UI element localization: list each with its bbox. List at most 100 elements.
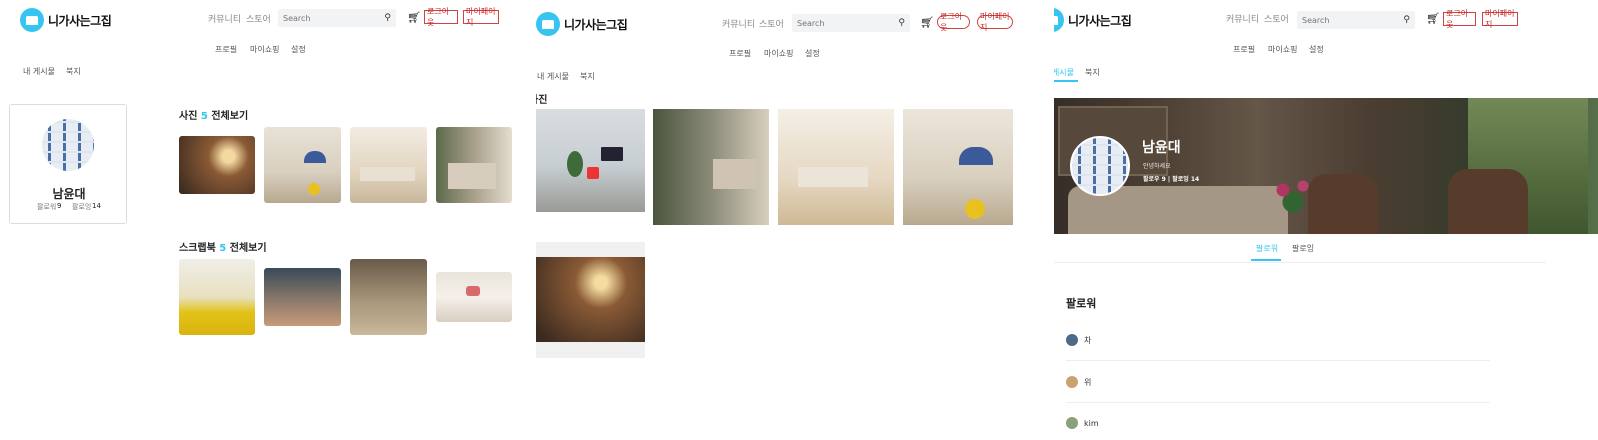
- photos-title: 사진: [536, 95, 548, 106]
- followers-label[interactable]: 팔로워: [37, 202, 56, 212]
- tab-my-posts[interactable]: 내 게시물: [537, 71, 569, 82]
- subnav-settings[interactable]: 설정: [1309, 44, 1324, 55]
- list-item[interactable]: 위: [1066, 376, 1091, 388]
- nav-store[interactable]: 스토어: [246, 12, 271, 25]
- profile-name: 남윤대: [52, 187, 86, 201]
- nav-community[interactable]: 커뮤니티: [722, 17, 755, 30]
- followers-count[interactable]: 9: [57, 202, 61, 210]
- subnav-settings[interactable]: 설정: [291, 44, 306, 55]
- tab-active-indicator: [1054, 80, 1078, 82]
- photos-section-title: 사진 5 전체보기: [179, 107, 248, 122]
- search-icon[interactable]: ⚲: [384, 13, 391, 23]
- brand-logo[interactable]: 니가사는그집: [1054, 8, 1132, 32]
- photos-count: 5: [200, 111, 208, 122]
- tab-bookmarks[interactable]: 북지: [1085, 67, 1100, 78]
- profile-bio: 안녕하세요: [1143, 163, 1171, 170]
- tab-bookmarks[interactable]: 북지: [580, 71, 595, 82]
- logout-button[interactable]: 로그아웃: [937, 12, 970, 32]
- subnav-profile[interactable]: 프로필: [215, 44, 237, 55]
- tab-my-posts[interactable]: 내 게시물: [1054, 67, 1074, 78]
- cart-icon[interactable]: 🛒︎: [1426, 12, 1440, 25]
- photo-thumb[interactable]: [350, 127, 427, 203]
- house-icon: [20, 8, 44, 32]
- photo-thumb[interactable]: [536, 242, 645, 358]
- search-icon[interactable]: ⚲: [1403, 15, 1410, 25]
- divider: [1066, 360, 1490, 361]
- brand-name: 니가사는그집: [1068, 13, 1132, 28]
- scrapbook-thumb[interactable]: [264, 268, 341, 326]
- brand-logo[interactable]: 니가사는그집: [536, 12, 628, 36]
- scrapbook-thumb[interactable]: [179, 259, 255, 335]
- tab-bookmarks[interactable]: 북지: [66, 66, 81, 77]
- scrapbook-thumb[interactable]: [436, 272, 512, 322]
- tab-followers[interactable]: 팔로워: [1256, 243, 1278, 254]
- search-icon[interactable]: ⚲: [898, 18, 905, 28]
- my-posts-panel: 니가사는그집 커뮤니티 스토어 ⚲ 🛒︎ 로그아웃 마이페이지 프로필 마이쇼핑…: [536, 0, 1046, 440]
- following-label[interactable]: 팔로잉: [72, 202, 91, 212]
- divider: [1054, 262, 1546, 263]
- list-item[interactable]: 차: [1066, 334, 1091, 346]
- search-input[interactable]: [797, 18, 884, 28]
- photos-view-all-link[interactable]: 전체보기: [211, 111, 248, 122]
- mypage-button[interactable]: 마이페이지: [977, 12, 1013, 32]
- brand-name: 니가사는그집: [564, 17, 628, 32]
- follow-tab-indicator: [1251, 259, 1281, 261]
- subnav-myshopping[interactable]: 마이쇼핑: [250, 44, 279, 55]
- user-avatar[interactable]: [1066, 334, 1078, 346]
- profile-name: 남윤대: [1142, 140, 1181, 156]
- user-name[interactable]: kim: [1084, 419, 1099, 428]
- brand-logo[interactable]: 니가사는그집: [20, 8, 112, 32]
- search-input[interactable]: [283, 13, 370, 23]
- profile-follow-stats[interactable]: 팔로우 9 | 팔로잉 14: [1143, 174, 1199, 183]
- followers-heading: 팔로워: [1066, 297, 1097, 310]
- search-input[interactable]: [1302, 15, 1389, 25]
- house-icon: [1054, 8, 1064, 32]
- search-bar[interactable]: ⚲: [1297, 11, 1415, 29]
- subnav-settings[interactable]: 설정: [805, 48, 820, 59]
- nav-store[interactable]: 스토어: [1264, 12, 1289, 25]
- scrapbook-title: 스크랩북: [179, 243, 216, 254]
- tab-following[interactable]: 팔로잉: [1292, 243, 1314, 254]
- nav-community[interactable]: 커뮤니티: [208, 12, 241, 25]
- avatar[interactable]: [42, 119, 94, 171]
- followers-panel: 니가사는그집 커뮤니티 스토어 ⚲ 🛒︎ 로그아웃 마이페이지 프로필 마이쇼핑…: [1054, 0, 1598, 440]
- user-avatar[interactable]: [1066, 417, 1078, 429]
- user-name[interactable]: 위: [1084, 377, 1091, 388]
- cart-icon[interactable]: 🛒︎: [407, 11, 421, 24]
- photo-thumb[interactable]: [179, 136, 255, 194]
- nav-store[interactable]: 스토어: [759, 17, 784, 30]
- photo-thumb[interactable]: [436, 127, 512, 203]
- divider: [1066, 402, 1490, 403]
- following-count[interactable]: 14: [92, 202, 101, 210]
- subnav-profile[interactable]: 프로필: [1233, 44, 1255, 55]
- mypage-button[interactable]: 마이페이지: [1482, 9, 1518, 29]
- subnav-myshopping[interactable]: 마이쇼핑: [1268, 44, 1297, 55]
- photos-title: 사진: [179, 111, 198, 122]
- user-name[interactable]: 차: [1084, 335, 1091, 346]
- search-bar[interactable]: ⚲: [278, 9, 396, 27]
- photo-thumb[interactable]: [264, 127, 341, 203]
- scrapbook-view-all-link[interactable]: 전체보기: [230, 243, 267, 254]
- subnav-profile[interactable]: 프로필: [729, 48, 751, 59]
- logout-button[interactable]: 로그아웃: [1443, 9, 1476, 29]
- avatar[interactable]: [1070, 136, 1130, 196]
- photo-thumb[interactable]: [903, 109, 1013, 225]
- search-bar[interactable]: ⚲: [792, 14, 910, 32]
- house-icon: [536, 12, 560, 36]
- scrapbook-count: 5: [219, 243, 227, 254]
- photo-thumb[interactable]: [653, 109, 769, 225]
- logout-button[interactable]: 로그아웃: [424, 7, 458, 27]
- nav-community[interactable]: 커뮤니티: [1226, 12, 1259, 25]
- list-item[interactable]: kim: [1066, 417, 1099, 429]
- tab-my-posts[interactable]: 내 게시물: [23, 66, 55, 77]
- photo-thumb[interactable]: [536, 109, 645, 212]
- mypage-button[interactable]: 마이페이지: [463, 7, 499, 27]
- brand-name: 니가사는그집: [48, 13, 112, 28]
- profile-overview-panel: 니가사는그집 커뮤니티 스토어 ⚲ 🛒︎ 로그아웃 마이페이지 프로필 마이쇼핑…: [0, 0, 528, 440]
- user-avatar[interactable]: [1066, 376, 1078, 388]
- scrapbook-thumb[interactable]: [350, 259, 427, 335]
- profile-cover-image: [1054, 98, 1598, 234]
- subnav-myshopping[interactable]: 마이쇼핑: [764, 48, 793, 59]
- cart-icon[interactable]: 🛒︎: [920, 16, 934, 29]
- photo-thumb[interactable]: [778, 109, 894, 225]
